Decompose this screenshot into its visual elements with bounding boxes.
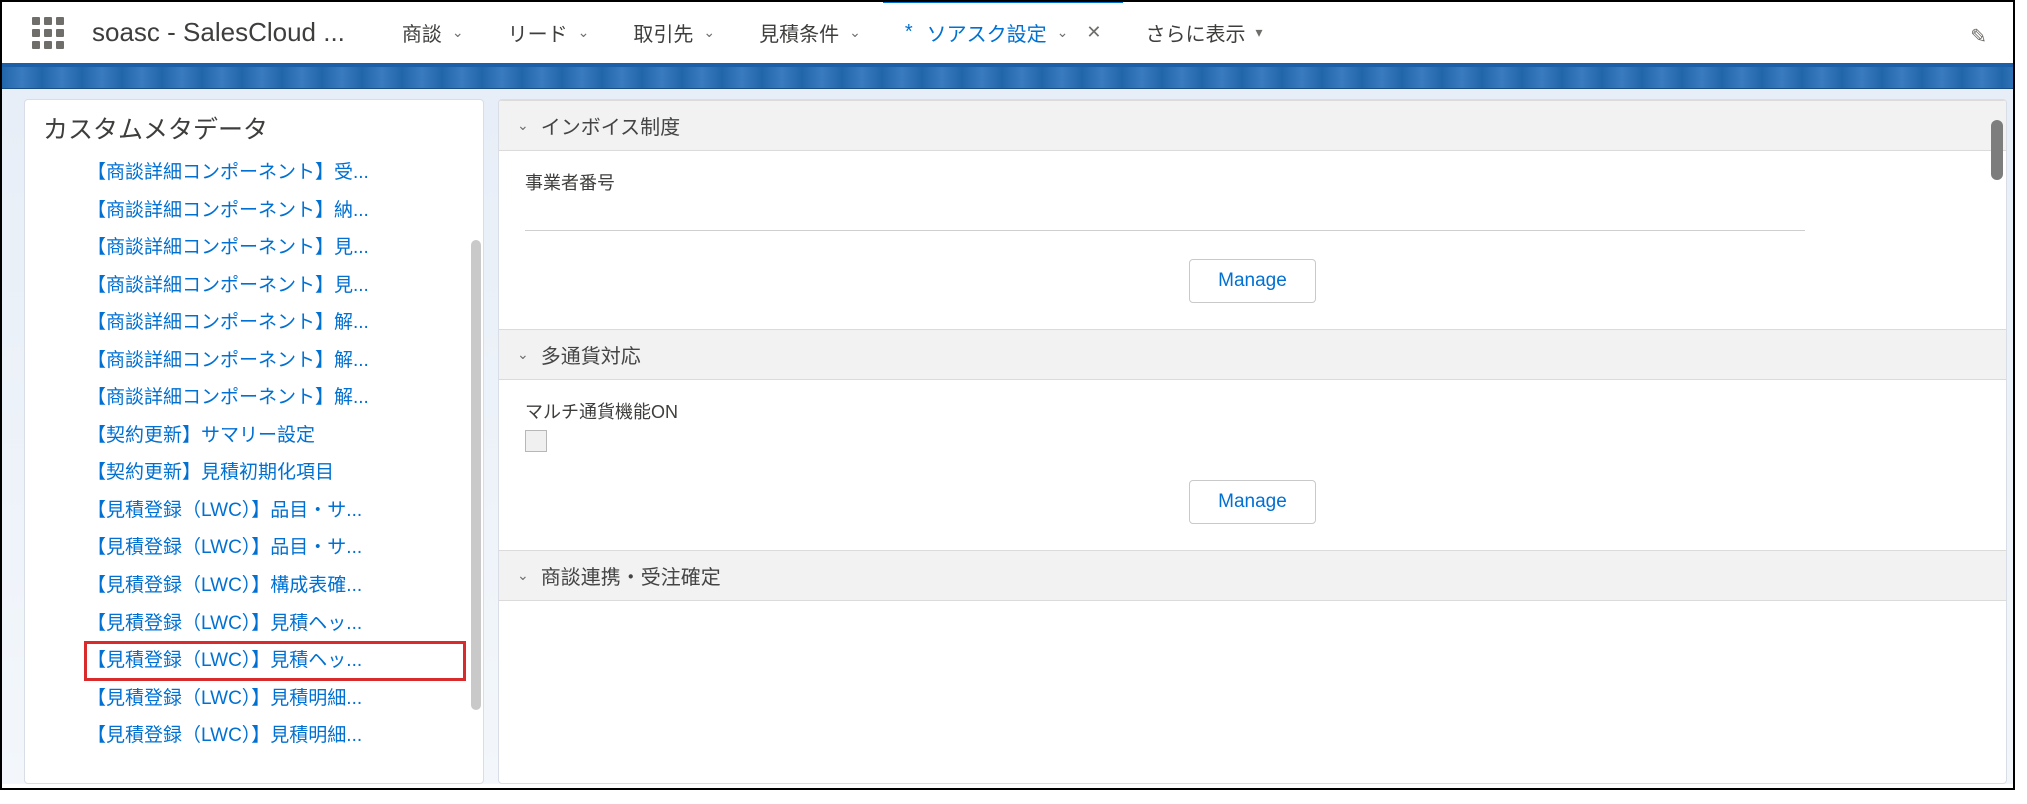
section-header-opp-link[interactable]: ⌄ 商談連携・受注確定 (499, 550, 2006, 601)
list-item[interactable]: 【契約更新】見積初期化項目 (85, 454, 465, 492)
chevron-down-icon: ⌄ (517, 567, 529, 584)
list-item-link[interactable]: 【契約更新】サマリー設定 (87, 425, 315, 446)
manage-button[interactable]: Manage (1189, 480, 1316, 524)
list-item-link[interactable]: 【見積登録（LWC）】見積ヘッ... (87, 650, 362, 671)
scrollbar[interactable] (1991, 120, 2003, 180)
list-item-link[interactable]: 【商談詳細コンポーネント】解... (87, 312, 369, 333)
list-item[interactable]: 【見積登録（LWC）】見積明細... (85, 717, 465, 755)
list-item[interactable]: 【見積登録（LWC）】品目・サ... (85, 492, 465, 530)
unsaved-asterisk: * (905, 21, 913, 44)
chevron-down-icon: ⌄ (1057, 24, 1069, 41)
list-item-link[interactable]: 【見積登録（LWC）】見積明細... (87, 688, 362, 709)
nav-tab-label: さらに表示 (1145, 18, 1245, 47)
nav-tab-account[interactable]: 取引先 ⌄ (611, 0, 737, 65)
list-item[interactable]: 【商談詳細コンポーネント】見... (85, 267, 465, 305)
list-item-link[interactable]: 【商談詳細コンポーネント】解... (87, 387, 369, 408)
main-panel: ⌄ インボイス制度 事業者番号 Manage ⌄ 多通貨対応 マルチ通貨機能ON… (498, 99, 2007, 784)
list-item-link[interactable]: 【商談詳細コンポーネント】受... (87, 162, 369, 183)
chevron-down-icon: ⌄ (703, 24, 715, 41)
field-label: 事業者番号 (525, 169, 1980, 195)
section-title: 多通貨対応 (541, 340, 641, 369)
nav-tab-label: ソアスク設定 (927, 18, 1047, 47)
list-item[interactable]: 【見積登録（LWC）】見積ヘッ... (85, 605, 465, 643)
sidebar-list: 【商談詳細コンポーネント】受... 【商談詳細コンポーネント】納... 【商談詳細コ… (43, 154, 465, 755)
checkbox[interactable] (525, 430, 547, 452)
nav-tab-label: 商談 (402, 18, 442, 47)
manage-button[interactable]: Manage (1189, 259, 1316, 303)
list-item-link[interactable]: 【商談詳細コンポーネント】納... (87, 200, 369, 221)
list-item-link[interactable]: 【商談詳細コンポーネント】解... (87, 350, 369, 371)
chevron-down-icon: ⌄ (517, 346, 529, 363)
app-launcher-icon[interactable] (32, 17, 64, 49)
section-body-multicurrency: マルチ通貨機能ON Manage (499, 380, 2006, 550)
content-area: カスタムメタデータ 【商談詳細コンポーネント】受...【商談詳細コンポーネント】… (2, 89, 2013, 784)
list-item-link[interactable]: 【契約更新】見積初期化項目 (87, 462, 334, 483)
list-item[interactable]: 【見積登録（LWC）】構成表確... (85, 567, 465, 605)
section-title: 商談連携・受注確定 (541, 561, 721, 590)
nav-tab-soasc-settings[interactable]: * ソアスク設定 ⌄ ✕ (883, 0, 1124, 65)
list-item[interactable]: 【見積登録（LWC）】見積明細... (85, 680, 465, 718)
list-item[interactable]: 【商談詳細コンポーネント】受... (85, 154, 465, 192)
chevron-down-icon: ⌄ (452, 24, 464, 41)
list-item[interactable]: 【契約更新】サマリー設定 (85, 417, 465, 455)
list-item-link[interactable]: 【見積登録（LWC）】構成表確... (87, 575, 362, 596)
global-header: soasc - SalesCloud ... 商談 ⌄ リード ⌄ 取引先 ⌄ … (2, 2, 2013, 67)
nav-tab-more[interactable]: さらに表示 ▾ (1123, 0, 1284, 65)
list-item-link[interactable]: 【商談詳細コンポーネント】見... (87, 237, 369, 258)
scrollbar[interactable] (471, 240, 481, 710)
section-body-invoice: 事業者番号 Manage (499, 151, 2006, 329)
list-item[interactable]: 【見積登録（LWC）】品目・サ... (85, 529, 465, 567)
list-item-link[interactable]: 【商談詳細コンポーネント】見... (87, 275, 369, 296)
list-item-link[interactable]: 【見積登録（LWC）】品目・サ... (87, 537, 362, 558)
nav-tab-label: 取引先 (633, 18, 693, 47)
list-item-link[interactable]: 【見積登録（LWC）】見積明細... (87, 725, 362, 746)
nav-tab-quote-conditions[interactable]: 見積条件 ⌄ (737, 0, 883, 65)
chevron-down-icon: ⌄ (578, 24, 590, 41)
nav-tab-opportunity[interactable]: 商談 ⌄ (380, 0, 486, 65)
chevron-down-icon: ▾ (1255, 24, 1262, 41)
nav-tab-lead[interactable]: リード ⌄ (486, 0, 612, 65)
app-name: soasc - SalesCloud ... (92, 17, 345, 48)
list-item[interactable]: 【商談詳細コンポーネント】見... (85, 229, 465, 267)
list-item-link[interactable]: 【見積登録（LWC）】品目・サ... (87, 500, 362, 521)
field-label: マルチ通貨機能ON (525, 398, 1980, 424)
nav-tab-label: リード (508, 18, 568, 47)
list-item-link[interactable]: 【見積登録（LWC）】見積ヘッ... (87, 613, 362, 634)
list-item[interactable]: 【商談詳細コンポーネント】解... (85, 342, 465, 380)
section-title: インボイス制度 (541, 111, 680, 140)
section-header-multicurrency[interactable]: ⌄ 多通貨対応 (499, 329, 2006, 380)
close-icon[interactable]: ✕ (1086, 22, 1101, 43)
sidebar-title: カスタムメタデータ (43, 110, 465, 146)
chevron-down-icon: ⌄ (849, 24, 861, 41)
chevron-down-icon: ⌄ (517, 117, 529, 134)
nav-tab-label: 見積条件 (759, 18, 839, 47)
decorative-ribbon (2, 67, 2013, 89)
field-value-empty[interactable] (525, 201, 1805, 231)
nav-tabs: 商談 ⌄ リード ⌄ 取引先 ⌄ 見積条件 ⌄ * ソアスク設定 ⌄ ✕ (380, 0, 1285, 65)
list-item[interactable]: 【商談詳細コンポーネント】納... (85, 192, 465, 230)
list-item[interactable]: 【商談詳細コンポーネント】解... (85, 379, 465, 417)
section-header-invoice[interactable]: ⌄ インボイス制度 (499, 100, 2006, 151)
list-item[interactable]: 【見積登録（LWC）】見積ヘッ... (85, 642, 465, 680)
pencil-icon[interactable]: ✎ (1970, 24, 1987, 49)
sidebar-panel: カスタムメタデータ 【商談詳細コンポーネント】受...【商談詳細コンポーネント】… (24, 99, 484, 784)
list-item[interactable]: 【商談詳細コンポーネント】解... (85, 304, 465, 342)
